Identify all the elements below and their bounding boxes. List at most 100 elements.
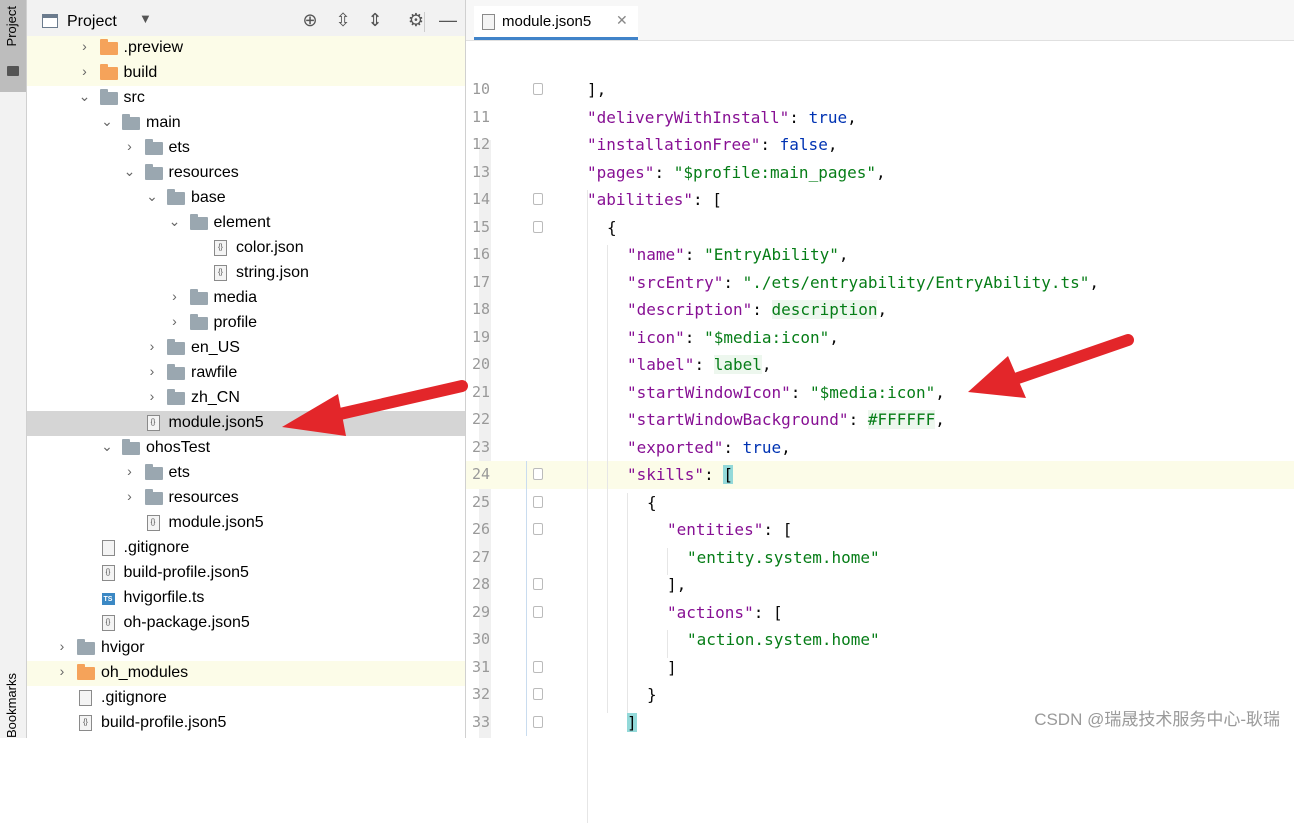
fold-marker-icon[interactable] [533, 220, 543, 233]
chevron-right-icon[interactable]: › [123, 488, 137, 504]
tree-item[interactable]: {} oh-package.json5 [27, 611, 465, 636]
tree-item[interactable]: › hvigor [27, 636, 465, 661]
tree-item[interactable]: {} color.json [27, 236, 465, 261]
chevron-right-icon[interactable]: › [78, 38, 92, 54]
chevron-down-icon[interactable]: ⌄ [123, 163, 137, 180]
tree-item[interactable]: › profile [27, 311, 465, 336]
chevron-right-icon[interactable]: › [123, 463, 137, 479]
code-line[interactable]: 15 { [466, 214, 1294, 242]
fold-marker-icon[interactable] [533, 715, 543, 728]
code-line[interactable]: 10], [466, 76, 1294, 104]
tree-item[interactable]: {} build-profile.json5 [27, 561, 465, 586]
project-tool-tab[interactable]: Project [0, 0, 26, 92]
expand-all-icon[interactable]: ⇳ [332, 10, 354, 31]
fold-marker-icon[interactable] [533, 495, 543, 508]
tree-item[interactable]: ⌄ resources [27, 161, 465, 186]
tree-item[interactable]: › resources [27, 486, 465, 511]
indent-guide [667, 547, 668, 575]
chevron-right-icon[interactable]: › [168, 313, 182, 329]
tree-item[interactable]: › rawfile [27, 361, 465, 386]
chevron-down-icon[interactable]: ⌄ [100, 438, 114, 455]
code-line[interactable]: 26 "entities": [ [466, 516, 1294, 544]
chevron-down-icon[interactable]: ⌄ [145, 188, 159, 205]
code-line[interactable]: 27 "entity.system.home" [466, 544, 1294, 572]
close-icon[interactable]: ✕ [616, 12, 628, 29]
tree-item[interactable]: .gitignore [27, 536, 465, 561]
code-line[interactable]: 23 "exported": true, [466, 434, 1294, 462]
minimize-icon[interactable]: — [437, 10, 459, 31]
collapse-all-icon[interactable]: ⇕ [364, 10, 386, 31]
code-line[interactable]: 22 "startWindowBackground": #FFFFFF, [466, 406, 1294, 434]
code-line[interactable]: 19 "icon": "$media:icon", [466, 324, 1294, 352]
chevron-right-icon[interactable]: › [168, 288, 182, 304]
code-token: [ [723, 465, 733, 484]
tree-item[interactable]: ⌄ base [27, 186, 465, 211]
chevron-right-icon[interactable]: › [55, 638, 69, 654]
tree-item[interactable]: {} module.json5 [27, 511, 465, 536]
folder-icon [77, 639, 95, 655]
chevron-down-icon[interactable]: ⌄ [168, 213, 182, 230]
code-line[interactable]: 25 { [466, 489, 1294, 517]
bookmarks-tool-tab[interactable]: Bookmarks [4, 673, 19, 738]
tree-item[interactable]: › ets [27, 136, 465, 161]
tree-item[interactable]: {} module.json5 [27, 411, 465, 436]
tree-item[interactable]: ⌄ element [27, 211, 465, 236]
tree-item-label: oh_modules [101, 664, 189, 681]
code-token: description [771, 300, 878, 319]
tree-item[interactable]: TS hvigorfile.ts [27, 586, 465, 611]
code-editor[interactable]: 10], 11 "deliveryWithInstall": true, 12 "ins… [466, 76, 1294, 823]
code-token: "deliveryWithInstall" [587, 107, 790, 127]
tree-item[interactable]: › .preview [27, 36, 465, 61]
code-line[interactable]: 31] [466, 654, 1294, 682]
fold-marker-icon[interactable] [533, 660, 543, 673]
locate-icon[interactable]: ⊕ [299, 10, 321, 31]
fold-marker-icon[interactable] [533, 605, 543, 618]
fold-marker-icon[interactable] [533, 688, 543, 700]
tree-item[interactable]: › en_US [27, 336, 465, 361]
fold-marker-icon[interactable] [533, 578, 543, 590]
chevron-right-icon[interactable]: › [145, 388, 159, 404]
fold-marker-icon[interactable] [533, 523, 543, 535]
code-line[interactable]: 16 "name": "EntryAbility", [466, 241, 1294, 269]
code-line[interactable]: 28], [466, 571, 1294, 599]
tree-item[interactable]: › zh_CN [27, 386, 465, 411]
tree-item[interactable]: {} string.json [27, 261, 465, 286]
tree-item-label: zh_CN [191, 389, 240, 406]
tree-item[interactable]: › media [27, 286, 465, 311]
code-line[interactable]: 29 "actions": [ [466, 599, 1294, 627]
chevron-right-icon[interactable]: › [78, 63, 92, 79]
tree-item[interactable]: .gitignore [27, 686, 465, 711]
code-line[interactable]: 24 "skills": [ [466, 461, 1294, 489]
chevron-right-icon[interactable]: › [145, 338, 159, 354]
code-line[interactable]: 12 "installationFree": false, [466, 131, 1294, 159]
code-line[interactable]: 18 "description": description, [466, 296, 1294, 324]
fold-marker-icon[interactable] [533, 468, 543, 480]
chevron-right-icon[interactable]: › [145, 363, 159, 379]
code-line[interactable]: 17 "srcEntry": "./ets/entryability/EntryA… [466, 269, 1294, 297]
line-number: 28 [472, 575, 491, 593]
gear-icon[interactable]: ⚙ [405, 10, 427, 31]
tree-item[interactable]: ⌄ src [27, 86, 465, 111]
tree-item[interactable]: › ets [27, 461, 465, 486]
tree-item[interactable]: ⌄ main [27, 111, 465, 136]
code-line[interactable]: 20 "label": label, [466, 351, 1294, 379]
tree-item[interactable]: › build [27, 61, 465, 86]
typescript-file-icon: TS [101, 593, 115, 605]
code-line[interactable]: 11 "deliveryWithInstall": true, [466, 104, 1294, 132]
code-text: "pages": "$profile:main_pages", [587, 163, 886, 182]
code-line[interactable]: 14 "abilities": [ [466, 186, 1294, 214]
code-line[interactable]: 21 "startWindowIcon": "$media:icon", [466, 379, 1294, 407]
code-line[interactable]: 13 "pages": "$profile:main_pages", [466, 159, 1294, 187]
chevron-down-icon[interactable]: ⌄ [78, 88, 92, 105]
tab-module-json5[interactable]: module.json5 ✕ [474, 6, 638, 40]
tree-item[interactable]: {} build-profile.json5 [27, 711, 465, 736]
chevron-down-icon[interactable]: ⌄ [100, 113, 114, 130]
code-line[interactable]: 30 "action.system.home" [466, 626, 1294, 654]
chevron-right-icon[interactable]: › [55, 663, 69, 679]
fold-marker-icon[interactable] [533, 83, 543, 95]
chevron-down-icon[interactable]: ▼ [139, 11, 152, 26]
tree-item[interactable]: ⌄ ohosTest [27, 436, 465, 461]
fold-marker-icon[interactable] [533, 193, 543, 205]
tree-item[interactable]: › oh_modules [27, 661, 465, 686]
chevron-right-icon[interactable]: › [123, 138, 137, 154]
